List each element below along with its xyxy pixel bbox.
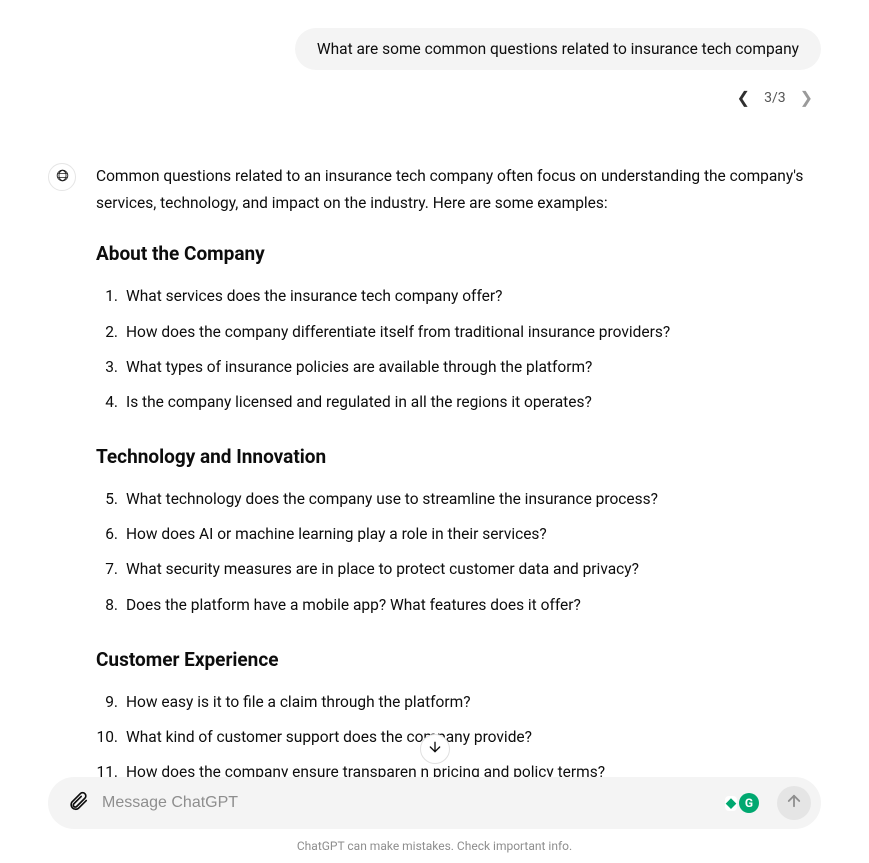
- assistant-avatar: [48, 163, 76, 191]
- list-text: Is the company licensed and regulated in…: [126, 389, 813, 416]
- grammarly-marker-icon[interactable]: ◆: [725, 796, 737, 811]
- list-num: 9.: [96, 689, 118, 716]
- list-text: How easy is it to file a claim through t…: [126, 689, 813, 716]
- list-num: 3.: [96, 354, 118, 381]
- user-message-bubble: What are some common questions related t…: [295, 28, 821, 70]
- openai-logo-icon: [54, 167, 71, 188]
- list-text: What types of insurance policies are ava…: [126, 354, 813, 381]
- list-item: 10. What kind of customer support does th…: [96, 724, 813, 751]
- section-heading-cx: Customer Experience: [96, 643, 813, 677]
- list-num: 10.: [96, 724, 118, 751]
- list-text: What services does the insurance tech co…: [126, 283, 813, 310]
- section-list-cx: 9. How easy is it to file a claim through…: [96, 689, 813, 790]
- composer: ◆ G: [48, 777, 821, 829]
- list-item: 2. How does the company differentiate its…: [96, 319, 813, 346]
- pagination-next-button[interactable]: ❯: [800, 88, 813, 107]
- list-text: How does the company differentiate itsel…: [126, 319, 813, 346]
- list-num: 7.: [96, 556, 118, 583]
- list-num: 6.: [96, 521, 118, 548]
- section-heading-tech: Technology and Innovation: [96, 440, 813, 474]
- extension-badges: ◆ G: [725, 793, 759, 813]
- footer-disclaimer: ChatGPT can make mistakes. Check importa…: [0, 839, 869, 853]
- list-item: 7. What security measures are in place to…: [96, 556, 813, 583]
- list-num: 2.: [96, 319, 118, 346]
- message-pagination: ❮ 3/3 ❯: [48, 88, 821, 107]
- list-item: 5. What technology does the company use t…: [96, 486, 813, 513]
- scroll-down-button[interactable]: [420, 734, 450, 764]
- messages-pane: What are some common questions related t…: [0, 0, 869, 790]
- list-num: 5.: [96, 486, 118, 513]
- assistant-intro: Common questions related to an insurance…: [96, 163, 813, 217]
- list-item: 3. What types of insurance policies are a…: [96, 354, 813, 381]
- paperclip-icon: [67, 790, 89, 816]
- list-item: 1. What services does the insurance tech …: [96, 283, 813, 310]
- list-text: What technology does the company use to …: [126, 486, 813, 513]
- list-item: 6. How does AI or machine learning play a…: [96, 521, 813, 548]
- list-text: What security measures are in place to p…: [126, 556, 813, 583]
- list-item: 8. Does the platform have a mobile app? W…: [96, 592, 813, 619]
- arrow-up-icon: [785, 792, 803, 814]
- list-num: 4.: [96, 389, 118, 416]
- list-text: How does AI or machine learning play a r…: [126, 521, 813, 548]
- pagination-prev-button[interactable]: ❮: [737, 88, 750, 107]
- section-list-company: 1. What services does the insurance tech …: [96, 283, 813, 416]
- pagination-label: 3/3: [764, 90, 786, 106]
- arrow-down-icon: [427, 739, 443, 759]
- list-num: 1.: [96, 283, 118, 310]
- assistant-content: Common questions related to an insurance…: [96, 163, 821, 790]
- message-input[interactable]: [102, 794, 713, 812]
- list-item: 9. How easy is it to file a claim through…: [96, 689, 813, 716]
- list-num: 8.: [96, 592, 118, 619]
- send-button[interactable]: [777, 786, 811, 820]
- section-heading-company: About the Company: [96, 237, 813, 271]
- user-message-row: What are some common questions related t…: [48, 28, 821, 70]
- list-text: What kind of customer support does the c…: [126, 724, 813, 751]
- grammarly-badge-icon[interactable]: G: [739, 793, 759, 813]
- attach-button[interactable]: [66, 791, 90, 815]
- section-list-tech: 5. What technology does the company use t…: [96, 486, 813, 619]
- app-root: What are some common questions related t…: [0, 0, 869, 863]
- list-text: Does the platform have a mobile app? Wha…: [126, 592, 813, 619]
- list-item: 4. Is the company licensed and regulated …: [96, 389, 813, 416]
- assistant-message-row: Common questions related to an insurance…: [48, 163, 821, 790]
